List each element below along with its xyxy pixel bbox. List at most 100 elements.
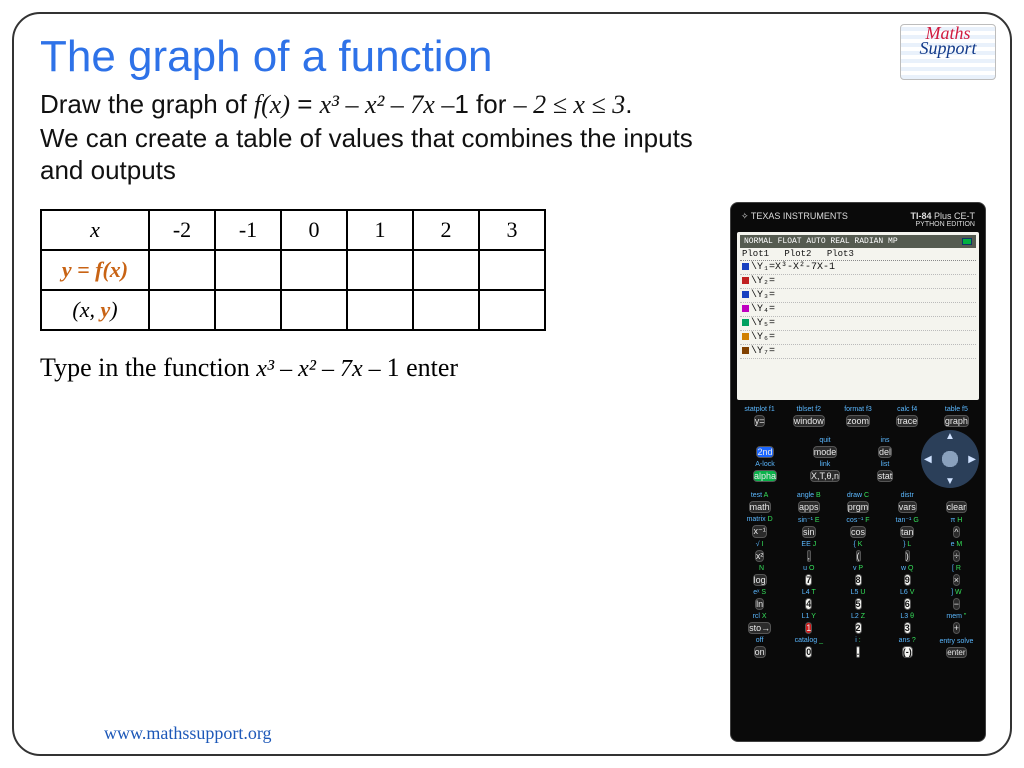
key-[interactable]: × xyxy=(953,574,960,586)
logo-line2: Support xyxy=(919,41,976,56)
key-label: L3 θ xyxy=(900,613,914,621)
key-ln[interactable]: ln xyxy=(755,598,764,610)
key-x[interactable]: x⁻¹ xyxy=(752,525,766,538)
arrow-down-icon[interactable]: ▼ xyxy=(945,476,955,487)
brand-model: TI-84 xyxy=(910,211,931,221)
window-key[interactable]: window xyxy=(793,415,825,427)
key-label: u O xyxy=(803,565,814,573)
brand-model2: Plus CE-T xyxy=(931,211,975,221)
type-const: 1 xyxy=(387,353,400,382)
key-label: catalog _ xyxy=(795,637,823,645)
key-math[interactable]: math xyxy=(749,501,771,513)
y-pre: y = xyxy=(62,257,95,282)
arrow-right-icon[interactable]: ▶ xyxy=(968,454,976,465)
key-8[interactable]: 8 xyxy=(855,574,862,586)
y-label: \Y₆= xyxy=(751,332,775,343)
key-[interactable]: − xyxy=(953,598,960,610)
graph-key[interactable]: graph xyxy=(944,415,969,427)
y-label: \Y₇= xyxy=(751,346,775,357)
key-label: L5 U xyxy=(851,589,866,597)
key-[interactable]: . xyxy=(856,646,861,658)
footer-link[interactable]: www.mathssupport.org xyxy=(104,723,272,744)
fkey-row: statplot f1y= tblset f2window format f3z… xyxy=(737,406,979,427)
paren-open: ( xyxy=(72,297,79,322)
key-[interactable]: , xyxy=(807,550,812,562)
nav-cluster: 2nd quitmode insdel A-lockalpha linkX,T,… xyxy=(737,430,979,488)
key-vars[interactable]: vars xyxy=(898,501,917,513)
xy-cell xyxy=(149,290,215,330)
key-[interactable]: + xyxy=(953,622,960,634)
trace-key[interactable]: trace xyxy=(896,415,918,427)
key-4[interactable]: 4 xyxy=(805,598,812,610)
key-apps[interactable]: apps xyxy=(798,501,820,513)
zoom-key[interactable]: zoom xyxy=(846,415,870,427)
key-label: EE J xyxy=(801,541,816,549)
fkey-label: format f3 xyxy=(844,406,872,414)
alpha-key[interactable]: alpha xyxy=(753,470,777,482)
y-line: \Y₄= xyxy=(740,303,976,317)
x-cell: -2 xyxy=(149,210,215,250)
mode-key[interactable]: mode xyxy=(813,446,838,458)
period: . xyxy=(625,89,632,119)
key-label: distr xyxy=(901,492,914,500)
key-label: off xyxy=(756,637,764,645)
key-1[interactable]: 1 xyxy=(805,622,812,634)
fkey-label: table f5 xyxy=(945,406,968,414)
y-cell xyxy=(479,250,545,290)
key-3[interactable]: 3 xyxy=(904,622,911,634)
stat-key[interactable]: stat xyxy=(877,470,894,482)
key-prgm[interactable]: prgm xyxy=(847,501,870,513)
key-clear[interactable]: clear xyxy=(946,501,968,513)
dpad[interactable]: ▲ ▼ ◀ ▶ xyxy=(921,430,979,488)
second-key[interactable]: 2nd xyxy=(756,446,773,458)
key-label: e M xyxy=(951,541,963,549)
arrow-up-icon[interactable]: ▲ xyxy=(945,431,955,442)
key-label: link xyxy=(820,461,831,469)
key-cos[interactable]: cos xyxy=(850,526,866,538)
y-equals-key[interactable]: y= xyxy=(754,415,766,427)
brand-sub: PYTHON EDITION xyxy=(915,221,975,228)
key-[interactable]: (-) xyxy=(902,646,913,658)
key-x[interactable]: x² xyxy=(755,550,765,562)
key-row: eˣ SlnL4 T4L5 U5L6 V6] W− xyxy=(737,589,979,610)
key-9[interactable]: 9 xyxy=(904,574,911,586)
xton-key[interactable]: X,T,θ,n xyxy=(810,470,840,482)
del-key[interactable]: del xyxy=(878,446,892,458)
key-enter[interactable]: enter xyxy=(946,647,966,658)
y-label: \Y₄= xyxy=(751,304,775,315)
paren-close: ) xyxy=(110,297,117,322)
key-on[interactable]: on xyxy=(754,646,766,658)
key-6[interactable]: 6 xyxy=(904,598,911,610)
key-row: Nlogu O7v P8w Q9[ R× xyxy=(737,565,979,586)
key-tan[interactable]: tan xyxy=(900,526,915,538)
plot-tabs: Plot1 Plot2 Plot3 xyxy=(740,248,976,261)
key-0[interactable]: 0 xyxy=(805,646,812,658)
calc-screen: NORMAL FLOAT AUTO REAL RADIAN MP Plot1 P… xyxy=(737,232,979,400)
values-table: x -2 -1 0 1 2 3 y = f(x) (x, y) xyxy=(40,209,546,331)
key-label: angle B xyxy=(797,492,821,500)
key-5[interactable]: 5 xyxy=(855,598,862,610)
key-label: A-lock xyxy=(755,461,774,469)
plot1: Plot1 xyxy=(742,249,769,259)
fkey-label: calc f4 xyxy=(897,406,917,414)
slide-frame: Maths Support The graph of a function Dr… xyxy=(12,12,1012,756)
key-label: π H xyxy=(950,517,962,525)
type-pre: Type in the function xyxy=(40,353,256,382)
for-text: for xyxy=(469,89,514,119)
key-[interactable]: ^ xyxy=(953,526,959,538)
row-xy-header: (x, y) xyxy=(41,290,149,330)
battery-icon xyxy=(962,238,972,245)
y-label: \Y₂= xyxy=(751,276,775,287)
key-[interactable]: ( xyxy=(856,550,861,562)
key-sto[interactable]: sto→ xyxy=(748,622,771,634)
arrow-left-icon[interactable]: ◀ xyxy=(924,454,932,465)
key-7[interactable]: 7 xyxy=(805,574,812,586)
domain-text: – 2 ≤ x ≤ 3 xyxy=(514,90,626,119)
key-log[interactable]: log xyxy=(753,574,767,586)
key-2[interactable]: 2 xyxy=(855,622,862,634)
key-[interactable]: ÷ xyxy=(953,550,960,562)
maths-support-logo: Maths Support xyxy=(900,24,996,80)
key-[interactable]: ) xyxy=(905,550,910,562)
const-one: 1 xyxy=(454,89,468,119)
key-sin[interactable]: sin xyxy=(802,526,816,538)
